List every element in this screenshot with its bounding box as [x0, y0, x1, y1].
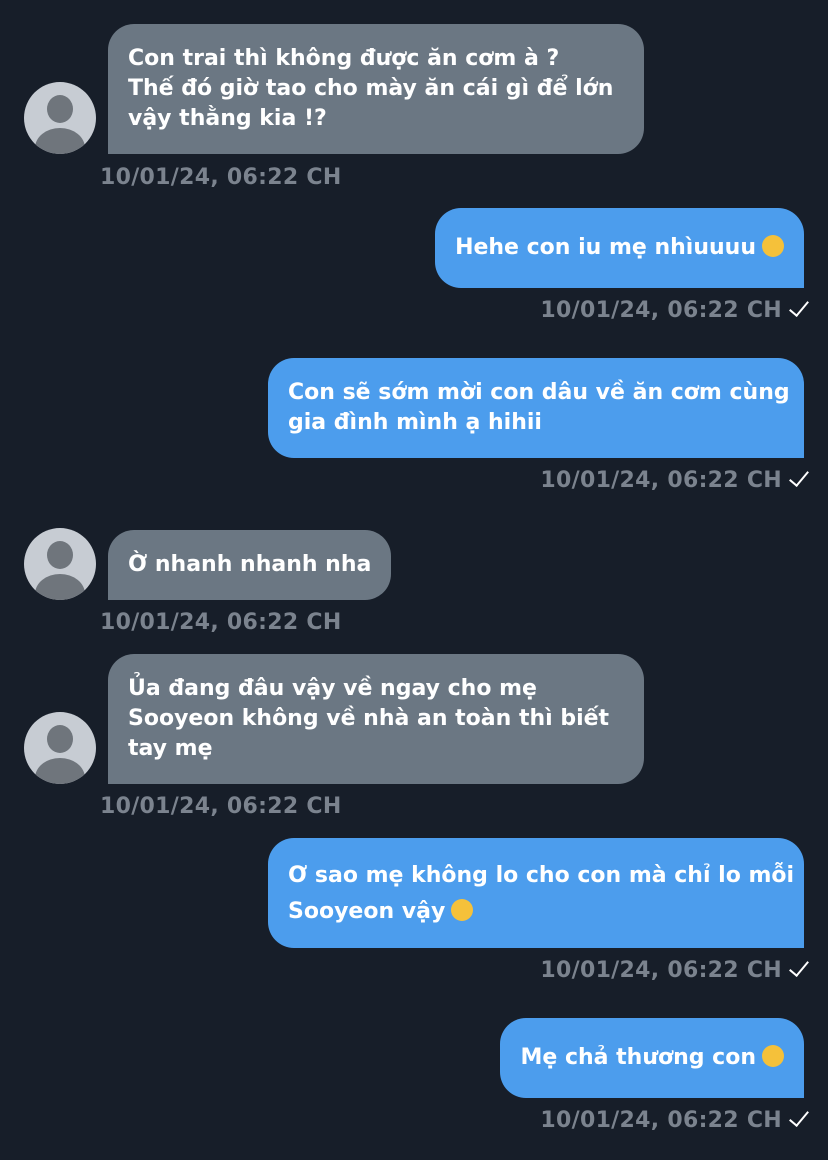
avatar-head-shape	[47, 725, 73, 753]
message-line: Thế đó giờ tao cho mày ăn cái gì để lớn	[128, 76, 614, 101]
message-bubble-incoming[interactable]: Ờ nhanh nhanh nha	[108, 530, 392, 600]
message-line-with-emoji: Sooyeon vậy	[288, 894, 784, 930]
sender-avatar[interactable]	[24, 712, 96, 784]
face-blowing-kiss-emoji-icon	[762, 235, 784, 257]
message-timestamp: 10/01/24, 06:22 CH	[540, 298, 782, 323]
message-line: Con trai thì không được ăn cơm à ?	[128, 46, 560, 71]
message-line: gia đình mình ạ hihii	[288, 410, 542, 435]
message-meta: 10/01/24, 06:22 CH	[540, 467, 804, 495]
message-line: Ơ sao mẹ không lo cho con mà chỉ lo mỗi	[288, 863, 795, 888]
message-timestamp: 10/01/24, 06:22 CH	[540, 958, 782, 983]
checkmark-icon	[792, 959, 804, 979]
message-line: Ủa đang đâu vậy về ngay cho mẹ	[128, 676, 537, 701]
message-timestamp: 10/01/24, 06:22 CH	[540, 468, 782, 493]
chat-thread: Con trai thì không được ăn cơm à ? Thế đ…	[0, 0, 828, 1160]
message-timestamp: 10/01/24, 06:22 CH	[100, 610, 342, 635]
message-bubble-incoming[interactable]: Con trai thì không được ăn cơm à ? Thế đ…	[108, 24, 644, 154]
avatar-body-shape	[35, 758, 85, 784]
loudly-crying-face-emoji-icon	[451, 899, 474, 921]
checkmark-icon	[792, 299, 804, 319]
message-line: Ờ nhanh nhanh nha	[128, 552, 372, 577]
message-line: Mẹ chả thương con	[520, 1045, 756, 1070]
message-bubble-outgoing[interactable]: Con sẽ sớm mời con dâu về ăn cơm cùng gi…	[268, 358, 804, 458]
avatar-body-shape	[35, 128, 85, 154]
sender-avatar[interactable]	[24, 528, 96, 600]
disappointed-face-emoji-icon	[762, 1045, 784, 1067]
message-bubble-outgoing[interactable]: Mẹ chả thương con	[500, 1018, 804, 1098]
message-bubble-incoming[interactable]: Ủa đang đâu vậy về ngay cho mẹ Sooyeon k…	[108, 654, 644, 784]
message-bubble-outgoing[interactable]: Ơ sao mẹ không lo cho con mà chỉ lo mỗi …	[268, 838, 804, 948]
message-meta: 10/01/24, 06:22 CH	[540, 957, 804, 985]
message-meta: 10/01/24, 06:22 CH	[540, 1107, 804, 1135]
message-line: Sooyeon không về nhà an toàn thì biết	[128, 706, 610, 731]
avatar-head-shape	[47, 95, 73, 123]
message-timestamp: 10/01/24, 06:22 CH	[100, 165, 342, 190]
checkmark-icon	[792, 1109, 804, 1129]
message-bubble-outgoing[interactable]: Hehe con iu mẹ nhìuuuu	[435, 208, 804, 288]
sender-avatar[interactable]	[24, 82, 96, 154]
message-line: Con sẽ sớm mời con dâu về ăn cơm cùng	[288, 380, 790, 405]
message-line: vậy thằng kia !?	[128, 106, 327, 131]
avatar-body-shape	[35, 574, 85, 600]
message-line: Hehe con iu mẹ nhìuuuu	[455, 235, 756, 260]
message-line: Sooyeon vậy	[288, 899, 446, 924]
checkmark-icon	[792, 469, 804, 489]
message-meta: 10/01/24, 06:22 CH	[540, 297, 804, 325]
message-timestamp: 10/01/24, 06:22 CH	[100, 794, 342, 819]
avatar-head-shape	[47, 541, 73, 569]
message-timestamp: 10/01/24, 06:22 CH	[540, 1108, 782, 1133]
message-line: tay mẹ	[128, 736, 213, 761]
